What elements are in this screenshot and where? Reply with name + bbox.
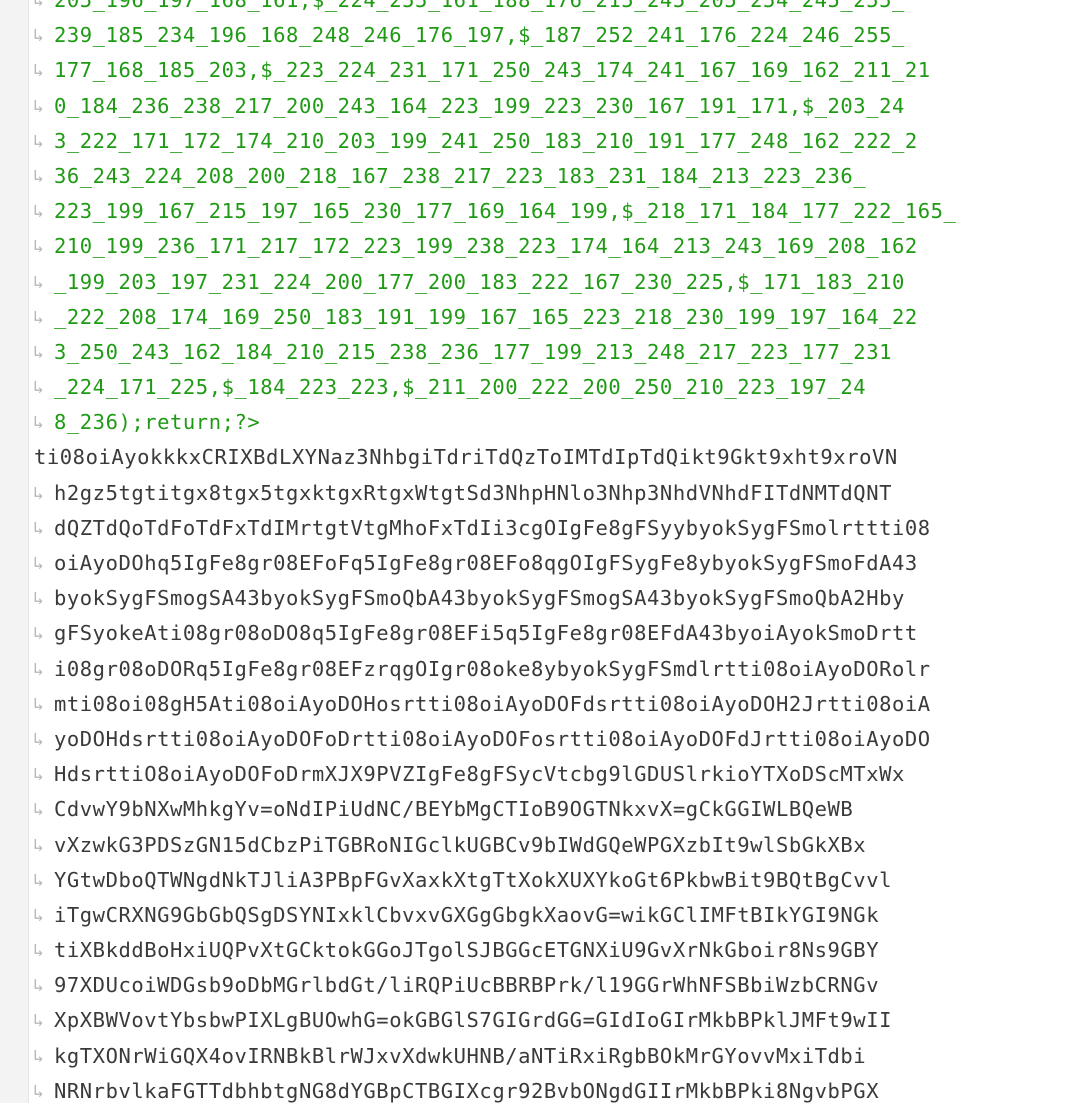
code-line-wrapped[interactable]: ↳ oiAyoDOhq5IgFe8gr08EFoFq5IgFe8gr08EFo8q… <box>28 546 1080 581</box>
code-line-wrapped[interactable]: ↳ 36_243_224_208_200_218_167_238_217_223_… <box>28 159 1080 194</box>
wrap-arrow-icon: ↳ <box>33 95 45 117</box>
wrap-arrow-icon: ↳ <box>33 975 45 997</box>
wrap-arrow-icon: ↳ <box>33 1010 45 1032</box>
code-line-wrapped[interactable]: ↳ 8_236);return;?> <box>28 405 1080 440</box>
wrap-arrow-icon: ↳ <box>33 728 45 750</box>
code-line-wrapped[interactable]: ↳ 210_199_236_171_217_172_223_199_238_223… <box>28 229 1080 264</box>
code-line-wrapped[interactable]: ↳ i08gr08oDORq5IgFe8gr08EFzrqgOIgr08oke8y… <box>28 652 1080 687</box>
code-area[interactable]: ↳ 205_196_197_168_161,$_224_255_161_188_1… <box>28 0 1080 1103</box>
wrap-arrow-icon: ↳ <box>33 201 45 223</box>
wrap-arrow-icon: ↳ <box>33 306 45 328</box>
code-line-wrapped[interactable]: ↳ YGtwDboQTWNgdNkTJliA3PBpFGvXaxkXtgTtXok… <box>28 863 1080 898</box>
wrap-arrow-icon: ↳ <box>33 1080 45 1102</box>
code-line-wrapped[interactable]: ↳ XpXBWVovtYbsbwPIXLgBUOwhG=okGBGlS7GIGrd… <box>28 1003 1080 1038</box>
wrap-arrow-icon: ↳ <box>33 693 45 715</box>
wrap-arrow-icon: ↳ <box>33 0 45 11</box>
wrap-arrow-icon: ↳ <box>33 412 45 434</box>
code-line-wrapped[interactable]: ↳ kgTXONrWiGQX4ovIRNBkBlrWJxvXdwkUHNB/aNT… <box>28 1039 1080 1074</box>
code-line-wrapped[interactable]: ↳ 3_250_243_162_184_210_215_238_236_177_1… <box>28 335 1080 370</box>
wrap-arrow-icon: ↳ <box>33 482 45 504</box>
line-number-gutter <box>0 0 29 1103</box>
wrap-arrow-icon: ↳ <box>33 517 45 539</box>
wrap-arrow-icon: ↳ <box>33 60 45 82</box>
code-line-wrapped[interactable]: ↳ 205_196_197_168_161,$_224_255_161_188_1… <box>28 0 1080 18</box>
code-line-wrapped[interactable]: ↳ CdvwY9bNXwMhkgYv=oNdIPiUdNC/BEYbMgCTIoB… <box>28 792 1080 827</box>
code-line-wrapped[interactable]: ↳ iTgwCRXNG9GbGbQSgDSYNIxklCbvxvGXGgGbgkX… <box>28 898 1080 933</box>
wrap-arrow-icon: ↳ <box>33 940 45 962</box>
code-line-wrapped[interactable]: ↳ 97XDUcoiWDGsb9oDbMGrlbdGt/liRQPiUcBBRBP… <box>28 968 1080 1003</box>
wrap-arrow-icon: ↳ <box>33 764 45 786</box>
wrap-arrow-icon: ↳ <box>33 25 45 47</box>
wrap-arrow-icon: ↳ <box>33 588 45 610</box>
code-line-wrapped[interactable]: ↳ mti08oi08gH5Ati08oiAyoDOHosrtti08oiAyoD… <box>28 687 1080 722</box>
code-line-wrapped[interactable]: ↳ vXzwkG3PDSzGN15dCbzPiTGBRoNIGclkUGBCv9b… <box>28 828 1080 863</box>
wrap-arrow-icon: ↳ <box>33 236 45 258</box>
code-line-wrapped[interactable]: ↳ byokSygFSmogSA43byokSygFSmoQbA43byokSyg… <box>28 581 1080 616</box>
wrap-arrow-icon: ↳ <box>33 799 45 821</box>
wrap-arrow-icon: ↳ <box>33 130 45 152</box>
wrap-arrow-icon: ↳ <box>33 904 45 926</box>
wrap-arrow-icon: ↳ <box>33 377 45 399</box>
wrap-arrow-icon: ↳ <box>33 869 45 891</box>
code-line-wrapped[interactable]: ↳ 177_168_185_203,$_223_224_231_171_250_2… <box>28 53 1080 88</box>
code-line-wrapped[interactable]: ↳ dQZTdQoTdFoTdFxTdIMrtgtVtgMhoFxTdIi3cgO… <box>28 511 1080 546</box>
wrap-arrow-icon: ↳ <box>33 623 45 645</box>
code-line-wrapped[interactable]: ↳ 3_222_171_172_174_210_203_199_241_250_1… <box>28 124 1080 159</box>
wrap-arrow-icon: ↳ <box>33 1045 45 1067</box>
code-line-wrapped[interactable]: ↳ gFSyokeAti08gr08oDO8q5IgFe8gr08EFi5q5Ig… <box>28 616 1080 651</box>
code-line-wrapped[interactable]: ↳ 223_199_167_215_197_165_230_177_169_164… <box>28 194 1080 229</box>
code-line-wrapped[interactable]: ↳ h2gz5tgtitgx8tgx5tgxktgxRtgxWtgtSd3NhpH… <box>28 476 1080 511</box>
wrap-arrow-icon: ↳ <box>33 834 45 856</box>
code-line[interactable]: 6ti08oiAyokkkxCRIXBdLXYNaz3NhbgiTdriTdQz… <box>28 440 1080 475</box>
code-line-wrapped[interactable]: ↳ HdsrttiO8oiAyoDOFoDrmXJX9PVZIgFe8gFSycV… <box>28 757 1080 792</box>
code-line-wrapped[interactable]: ↳ _222_208_174_169_250_183_191_199_167_16… <box>28 300 1080 335</box>
code-editor[interactable]: ↳ 205_196_197_168_161,$_224_255_161_188_1… <box>0 0 1080 1103</box>
code-line-wrapped[interactable]: ↳ _224_171_225,$_184_223_223,$_211_200_22… <box>28 370 1080 405</box>
code-line-wrapped[interactable]: ↳ yoDOHdsrtti08oiAyoDOFoDrtti08oiAyoDOFos… <box>28 722 1080 757</box>
code-line-wrapped[interactable]: ↳ NRNrbvlkaFGTTdbhbtgNG8dYGBpCTBGIXcgr92B… <box>28 1074 1080 1103</box>
wrap-arrow-icon: ↳ <box>33 271 45 293</box>
wrap-arrow-icon: ↳ <box>33 341 45 363</box>
wrap-arrow-icon: ↳ <box>33 658 45 680</box>
wrap-arrow-icon: ↳ <box>33 553 45 574</box>
code-line-wrapped[interactable]: ↳ 239_185_234_196_168_248_246_176_197,$_1… <box>28 18 1080 53</box>
code-line-wrapped[interactable]: ↳ 0_184_236_238_217_200_243_164_223_199_2… <box>28 89 1080 124</box>
code-line-wrapped[interactable]: ↳ tiXBkddBoHxiUQPvXtGCktokGGoJTgolSJBGGcE… <box>28 933 1080 968</box>
wrap-arrow-icon: ↳ <box>33 165 45 187</box>
code-line-wrapped[interactable]: ↳ _199_203_197_231_224_200_177_200_183_22… <box>28 265 1080 300</box>
